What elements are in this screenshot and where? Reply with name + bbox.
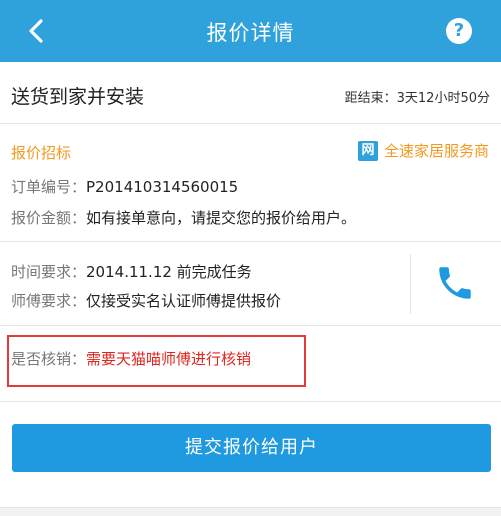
page-title: 报价详情: [206, 21, 295, 45]
service-name: 送货到家并安装: [11, 86, 145, 108]
quote-amount-row: 报价金额：如有接单意向，请提交您的报价给用户。: [11, 207, 356, 228]
quote-amount-label: 报价金额：: [11, 209, 87, 227]
countdown-text: 距结束：3天12小时50分: [344, 91, 490, 106]
app-header: 报价详情 ?: [0, 0, 501, 62]
help-icon[interactable]: ?: [446, 18, 472, 44]
worker-requirement-label: 师傅要求：: [11, 292, 87, 310]
provider-name: 全速家居服务商: [383, 142, 489, 160]
worker-requirement-row: 师傅要求：仅接受实名认证师傅提供报价: [11, 290, 281, 311]
order-number-value: P201410314560015: [86, 178, 239, 196]
time-requirement-row: 时间要求：2014.11.12 前完成任务: [11, 261, 252, 282]
verification-label: 是否核销：: [11, 350, 87, 368]
worker-requirement-value: 仅接受实名认证师傅提供报价: [86, 292, 282, 310]
vertical-divider: [410, 254, 411, 314]
submit-quote-button[interactable]: 提交报价给用户: [12, 424, 491, 472]
time-requirement-label: 时间要求：: [11, 263, 87, 281]
quote-amount-value: 如有接单意向，请提交您的报价给用户。: [86, 209, 357, 227]
bid-section-label: 报价招标: [11, 144, 72, 162]
page: 报价详情 ? 送货到家并安装 距结束：3天12小时50分 报价招标 网 全速家居…: [0, 0, 501, 516]
time-requirement-value: 2014.11.12 前完成任务: [86, 263, 252, 281]
phone-call-icon[interactable]: [434, 262, 476, 304]
order-number-label: 订单编号：: [11, 178, 87, 196]
requirements-section: 时间要求：2014.11.12 前完成任务 师傅要求：仅接受实名认证师傅提供报价: [0, 242, 501, 326]
order-title-row: 送货到家并安装 距结束：3天12小时50分: [0, 62, 501, 124]
order-number-row: 订单编号：P201410314560015: [11, 176, 238, 197]
bid-info-section: 报价招标 网 全速家居服务商 订单编号：P201410314560015 报价金…: [0, 124, 501, 242]
provider-logo-icon: 网: [357, 140, 378, 161]
provider-link[interactable]: 网 全速家居服务商: [357, 140, 489, 161]
verification-row: 是否核销：需要天猫喵师傅进行核销: [11, 348, 251, 369]
quote-detail-card: 送货到家并安装 距结束：3天12小时50分 报价招标 网 全速家居服务商 订单编…: [0, 62, 501, 508]
verification-value: 需要天猫喵师傅进行核销: [86, 350, 252, 368]
verification-section: 是否核销：需要天猫喵师傅进行核销: [0, 326, 501, 402]
